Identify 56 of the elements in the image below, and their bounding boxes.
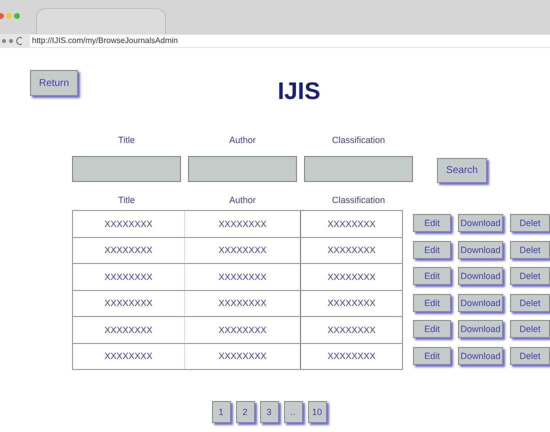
page-button[interactable]: 10 xyxy=(308,401,326,423)
table-cell: XXXXXXXX xyxy=(300,317,402,342)
table-cell: XXXXXXXX xyxy=(300,238,402,263)
download-button[interactable]: Download xyxy=(458,294,503,312)
delete-button[interactable]: Delet xyxy=(510,320,550,338)
address-bar[interactable]: http://IJIS.com/my/BrowseJournalsAdmin xyxy=(30,35,550,47)
table-cell: XXXXXXXX xyxy=(300,344,402,369)
download-button[interactable]: Download xyxy=(458,240,503,259)
search-field[interactable] xyxy=(304,156,413,182)
delete-button[interactable]: Delet xyxy=(510,267,550,286)
table-cell: XXXXXXXX xyxy=(184,211,300,236)
table-cell: XXXXXXXX xyxy=(184,238,300,263)
delete-button[interactable]: Delet xyxy=(510,346,550,365)
delete-button[interactable]: Delet xyxy=(510,214,550,232)
download-button[interactable]: Download xyxy=(458,320,503,338)
edit-button[interactable]: Edit xyxy=(413,267,451,286)
column-header: Author xyxy=(228,195,257,205)
column-header: Title xyxy=(117,195,136,205)
table-cell: XXXXXXXX xyxy=(184,290,300,316)
table-cell: XXXXXXXX xyxy=(184,264,300,290)
edit-button[interactable]: Edit xyxy=(413,294,451,312)
page-button[interactable]: 2 xyxy=(236,401,254,423)
table-cell: XXXXXXXX xyxy=(184,317,300,342)
field-label: Author xyxy=(228,135,257,145)
table-cell: XXXXXXXX xyxy=(300,264,402,290)
search-field[interactable] xyxy=(72,156,181,182)
table-cell-text: XXXXXXXX xyxy=(103,218,154,231)
page-button[interactable]: 1 xyxy=(212,401,230,423)
edit-button[interactable]: Edit xyxy=(413,240,451,259)
column-header: Classification xyxy=(330,195,386,205)
table-cell: XXXXXXXX xyxy=(300,290,402,316)
browser-tab[interactable] xyxy=(36,8,166,34)
edit-button[interactable]: Edit xyxy=(413,214,451,232)
page-button[interactable]: .. xyxy=(284,401,302,423)
download-button[interactable]: Download xyxy=(458,346,503,365)
table-cell-text: XXXXXXXX xyxy=(103,350,154,364)
edit-button[interactable]: Edit xyxy=(413,346,451,365)
table-cell-text: XXXXXXXX xyxy=(103,324,154,337)
table-cell: XXXXXXXX xyxy=(184,344,300,369)
table-cell: XXXXXXXX xyxy=(300,211,402,236)
download-button[interactable]: Download xyxy=(458,214,503,232)
download-button[interactable]: Download xyxy=(458,267,503,286)
page-title: IJIS xyxy=(276,78,322,106)
delete-button[interactable]: Delet xyxy=(510,294,550,312)
table-cell-text: XXXXXXXX xyxy=(103,244,154,258)
field-label: Classification xyxy=(330,135,386,145)
return-button[interactable]: Return xyxy=(30,70,78,96)
window-controls-icon[interactable] xyxy=(0,12,22,20)
page-button[interactable]: 3 xyxy=(260,401,278,423)
delete-button[interactable]: Delet xyxy=(510,240,550,259)
field-label: Title xyxy=(117,135,136,145)
table-cell-text: XXXXXXXX xyxy=(103,270,154,284)
search-field[interactable] xyxy=(188,156,297,182)
table-cell-text: XXXXXXXX xyxy=(103,297,154,310)
edit-button[interactable]: Edit xyxy=(413,320,451,338)
search-button[interactable]: Search xyxy=(437,158,487,183)
